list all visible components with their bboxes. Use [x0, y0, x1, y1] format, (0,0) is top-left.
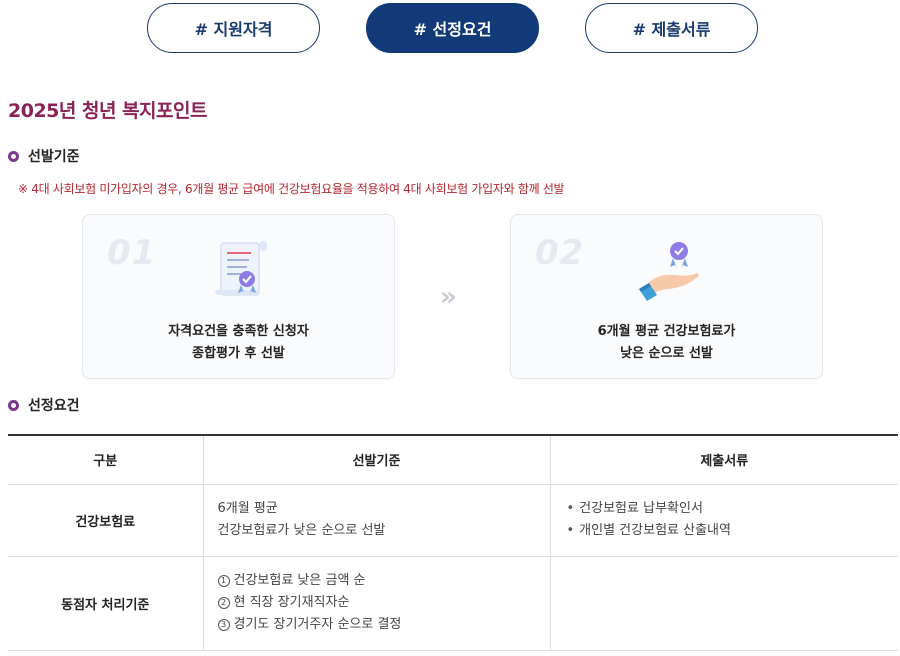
criteria-text: 현 직장 장기재직자순	[233, 595, 350, 610]
criteria-line: 1 건강보험료 낮은 금액 순	[217, 570, 550, 592]
certificate-icon	[207, 237, 277, 307]
step-line-1: 6개월 평균 건강보험료가	[597, 324, 736, 339]
documents-cell-empty	[549, 556, 898, 651]
criteria-line: 건강보험료가 낮은 순으로 선발	[217, 523, 386, 538]
tab-selection-criteria[interactable]: # 선정요건	[366, 3, 539, 53]
step-line-2: 종합평가 후 선발	[192, 346, 285, 361]
table-row: 동점자 처리기준 1 건강보험료 낮은 금액 순 2현 직장 장기재직자순 3 경기…	[8, 556, 898, 651]
criteria-text: 건강보험료 낮은 금액 순	[233, 573, 366, 588]
documents-cell: 건강보험료 납부확인서 개인별 건강보험료 산출내역	[549, 484, 899, 557]
hand-badge-icon	[635, 237, 705, 307]
step-number: 02	[535, 233, 585, 273]
step-card-2: 02 6개월 평균 건강보험료가 낮은 순으로 선발	[510, 214, 823, 379]
criteria-cell: 6개월 평균 건강보험료가 낮은 순으로 선발	[202, 484, 550, 557]
criteria-line: 2현 직장 장기재직자순	[217, 592, 550, 614]
section-heading-selection-requirements: 선정요건	[8, 395, 80, 415]
table-header-row: 구분 선발기준 제출서류	[8, 435, 898, 485]
step-line-1: 자격요건을 충족한 신청자	[168, 324, 309, 339]
notice-text: ※ 4대 사회보험 미가입자의 경우, 6개월 평균 급여에 건강보험요율을 적…	[18, 182, 565, 196]
page-title: 2025년 청년 복지포인트	[8, 100, 207, 122]
circled-number: 2	[217, 597, 230, 609]
step-description: 6개월 평균 건강보험료가 낮은 순으로 선발	[511, 321, 822, 365]
document-item: 건강보험료 납부확인서	[567, 498, 899, 520]
requirements-table: 구분 선발기준 제출서류 건강보험료 6개월 평균 건강보험료가 낮은 순으로 …	[8, 434, 898, 651]
step-description: 자격요건을 충족한 신청자 종합평가 후 선발	[83, 321, 394, 365]
step-card-1: 01 자격요건을 충족한 신청자 종합평가 후 선발	[82, 214, 395, 379]
column-header-criteria: 선발기준	[202, 435, 550, 485]
criteria-text: 경기도 장기거주자 순으로 결정	[233, 617, 402, 632]
step-line-2: 낮은 순으로 선발	[620, 346, 713, 361]
document-item: 개인별 건강보험료 산출내역	[567, 520, 899, 542]
bullet-ring-icon	[8, 150, 19, 162]
section-title: 선정요건	[28, 398, 80, 414]
column-header-category: 구분	[8, 435, 203, 485]
step-number: 01	[107, 233, 157, 273]
circled-number: 1	[217, 575, 230, 587]
circled-number: 3	[217, 619, 230, 631]
tab-documents[interactable]: # 제출서류	[585, 3, 758, 53]
section-heading-selection-standard: 선발기준	[8, 146, 80, 166]
criteria-line: 3 경기도 장기거주자 순으로 결정	[217, 614, 550, 636]
tab-bar: # 지원자격 # 선정요건 # 제출서류	[0, 3, 900, 53]
row-label: 건강보험료	[8, 484, 203, 557]
double-chevron-right-icon: »	[440, 282, 457, 312]
table-row: 건강보험료 6개월 평균 건강보험료가 낮은 순으로 선발 건강보험료 납부확인…	[8, 484, 899, 557]
criteria-line: 6개월 평균	[217, 501, 278, 516]
column-header-documents: 제출서류	[549, 435, 898, 485]
row-label: 동점자 처리기준	[8, 556, 203, 651]
bullet-ring-icon	[8, 399, 19, 411]
criteria-cell: 1 건강보험료 낮은 금액 순 2현 직장 장기재직자순 3 경기도 장기거주자 순…	[202, 556, 550, 651]
tab-qualification[interactable]: # 지원자격	[147, 3, 320, 53]
section-title: 선발기준	[28, 149, 80, 165]
